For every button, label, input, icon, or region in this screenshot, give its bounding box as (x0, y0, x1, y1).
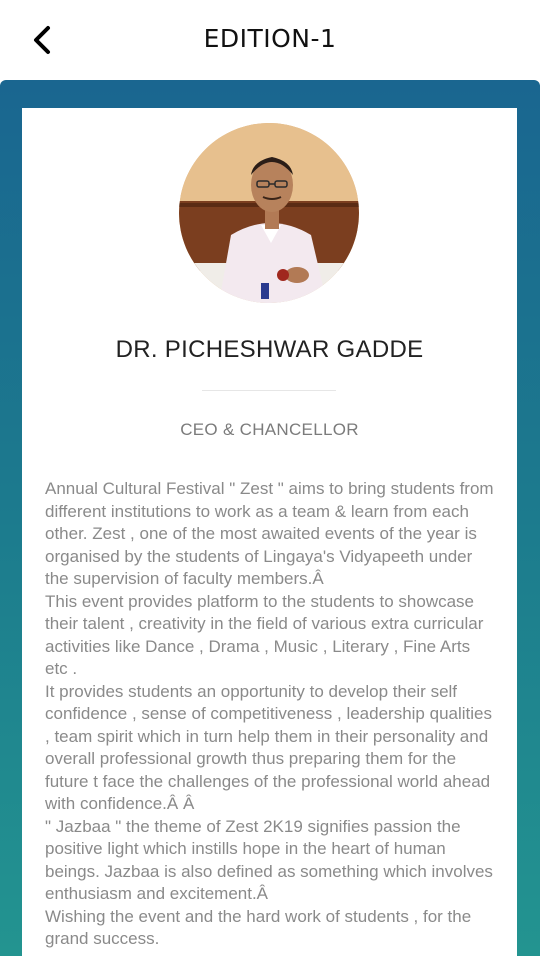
paragraph: This event provides platform to the stud… (45, 591, 484, 679)
paragraph: " Jazbaa " the theme of Zest 2K19 signif… (45, 816, 493, 904)
app-bar: EDITION-1 (0, 0, 540, 80)
profile-photo (179, 123, 359, 303)
profile-name: DR. PICHESHWAR GADDE (115, 336, 424, 363)
page-title: EDITION-1 (203, 24, 337, 53)
profile-role: CEO & CHANCELLOR (180, 420, 359, 439)
divider (202, 390, 336, 391)
message-body: Annual Cultural Festival " Zest " aims t… (45, 478, 497, 951)
paragraph: Annual Cultural Festival " Zest " aims t… (45, 479, 494, 588)
avatar (179, 123, 359, 303)
profile-card: DR. PICHESHWAR GADDE CEO & CHANCELLOR An… (22, 108, 517, 968)
paragraph: It provides students an opportunity to d… (45, 681, 492, 814)
paragraph: Wishing the event and the hard work of s… (45, 906, 472, 949)
